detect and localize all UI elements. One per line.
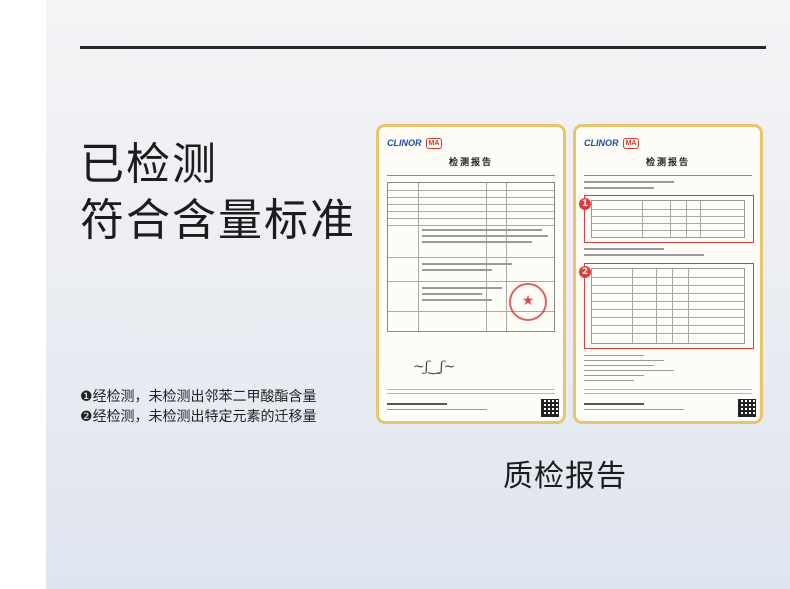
cert-meta-line — [387, 171, 555, 176]
signature: ~ʃ‿ʃ~ — [413, 359, 456, 375]
official-seal — [509, 283, 547, 321]
test-report-page-1: CLINOR MA 检测报告 ~ʃ‿ʃ~ — [376, 124, 566, 424]
note-1-marker: ❶ — [80, 389, 93, 405]
note-2-marker: ❷ — [80, 409, 93, 425]
cnas-logo: CLINOR — [387, 138, 422, 148]
qr-code — [738, 399, 756, 417]
headline-line-2: 符合含量标准 — [80, 195, 356, 246]
cnas-logo: CLINOR — [584, 138, 619, 148]
note-1: ❶经检测，未检测出邻苯二甲酸酯含量 — [80, 387, 317, 407]
cma-logo: MA — [622, 137, 640, 149]
note-1-text: 经检测，未检测出邻苯二甲酸酯含量 — [92, 389, 317, 405]
highlight-box-1 — [584, 195, 754, 243]
cert-title: 检测报告 — [448, 158, 493, 168]
headline-line-1: 已检测 — [80, 139, 218, 190]
test-report-page-2: CLINOR MA 检测报告 1 2 — [573, 124, 763, 424]
marker-1: 1 — [579, 198, 591, 210]
top-divider — [80, 46, 766, 49]
qr-code — [541, 399, 559, 417]
cert-logos: CLINOR MA — [387, 136, 443, 150]
footer-company — [387, 403, 447, 405]
cert-logos: CLINOR MA — [584, 136, 640, 150]
cma-logo: MA — [425, 137, 443, 149]
caption-quality-report: 质检报告 — [503, 459, 627, 494]
marker-2: 2 — [579, 266, 591, 278]
cert-meta-line — [584, 171, 752, 176]
footer-company — [584, 403, 644, 405]
note-2-text: 经检测，未检测出特定元素的迁移量 — [92, 409, 317, 425]
highlight-box-2 — [584, 263, 754, 349]
note-2: ❷经检测，未检测出特定元素的迁移量 — [80, 407, 317, 427]
cert-title: 检测报告 — [645, 158, 690, 168]
